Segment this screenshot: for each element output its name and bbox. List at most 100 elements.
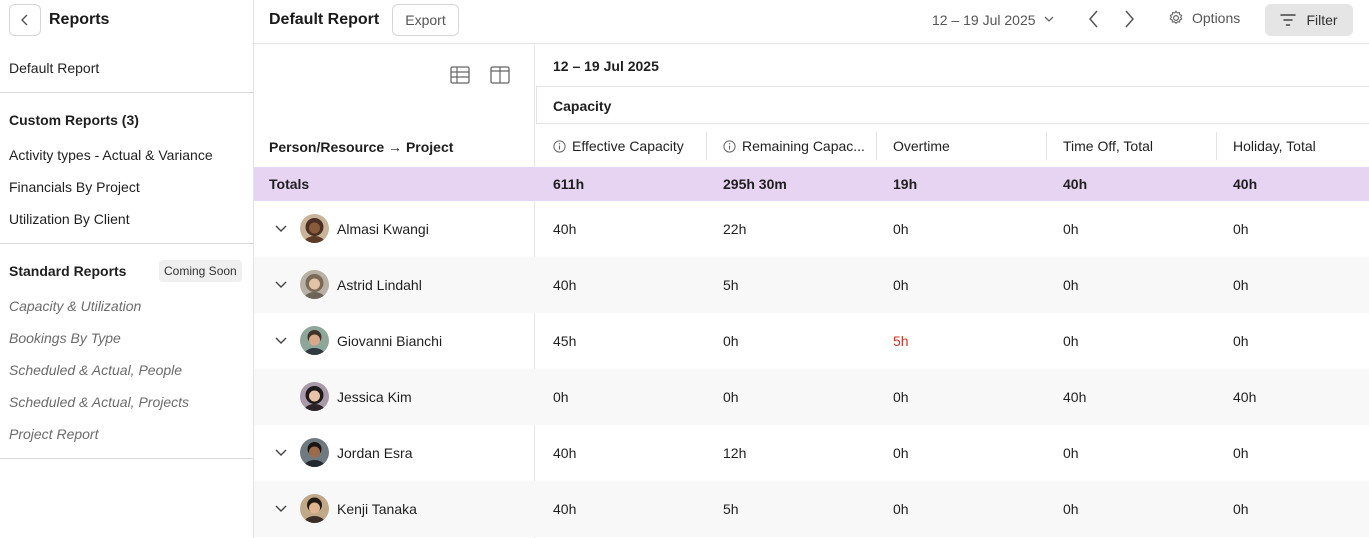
options-button[interactable]: Options (1168, 10, 1240, 26)
next-period-icon[interactable] (1122, 9, 1136, 29)
table-cell: 0h (893, 501, 909, 517)
sidebar-item-default-report[interactable]: Default Report (9, 60, 99, 76)
table-cell: 0h (893, 445, 909, 461)
avatar (300, 382, 329, 411)
divider (706, 132, 707, 160)
split-view-icon[interactable] (490, 66, 510, 84)
table-cell: 5h (723, 501, 739, 517)
column-label: Time Off, Total (1063, 138, 1153, 154)
chevron-down-icon[interactable] (274, 279, 288, 291)
table-view-icon[interactable] (450, 66, 470, 84)
totals-cell: 611h (553, 176, 585, 192)
table-cell: 0h (1063, 501, 1079, 517)
filter-icon (1280, 14, 1297, 26)
chevron-down-icon[interactable] (1044, 13, 1054, 25)
avatar (300, 494, 329, 523)
sidebar-item-utilization-by-client[interactable]: Utilization By Client (9, 211, 130, 227)
chevron-down-icon[interactable] (274, 447, 288, 459)
table-cell: 40h (553, 221, 577, 237)
table-cell: 0h (723, 389, 739, 405)
totals-row (254, 167, 1369, 201)
column-header-remaining-capacity[interactable]: Remaining Capac... (723, 138, 865, 154)
toolbar: Default Report Export 12 – 19 Jul 2025 O… (254, 0, 1369, 44)
column-header-overtime[interactable]: Overtime (893, 138, 950, 154)
divider (0, 243, 253, 244)
column-header-holiday[interactable]: Holiday, Total (1233, 138, 1316, 154)
chevron-down-icon[interactable] (274, 503, 288, 515)
table-cell: 0h (553, 389, 569, 405)
table-cell: 40h (553, 277, 577, 293)
column-label: Remaining Capac... (742, 138, 865, 154)
avatar (300, 214, 329, 243)
table-cell: 40h (1233, 389, 1257, 405)
column-header-time-off[interactable]: Time Off, Total (1063, 138, 1153, 154)
table-cell: 0h (893, 389, 909, 405)
divider (876, 132, 877, 160)
person-name[interactable]: Almasi Kwangi (337, 221, 429, 237)
table-cell: 22h (723, 221, 747, 237)
person-name[interactable]: Astrid Lindahl (337, 277, 422, 293)
person-name[interactable]: Jordan Esra (337, 445, 412, 461)
table-cell: 5h (723, 277, 739, 293)
chevron-left-icon (21, 14, 28, 26)
sidebar-item-project-report: Project Report (9, 426, 99, 442)
table-row[interactable] (254, 369, 1369, 425)
avatar (300, 326, 329, 355)
table-cell: 40h (553, 501, 577, 517)
sidebar-item-scheduled-actual-people: Scheduled & Actual, People (9, 362, 183, 378)
table-cell-overtime-alert: 5h (893, 333, 909, 349)
avatar (300, 270, 329, 299)
sidebar-item-financials-by-project[interactable]: Financials By Project (9, 179, 140, 195)
person-name[interactable]: Kenji Tanaka (337, 501, 417, 517)
sidebar-item-scheduled-actual-projects: Scheduled & Actual, Projects (9, 394, 190, 410)
info-icon[interactable] (553, 139, 566, 153)
table-cell: 0h (1063, 221, 1079, 237)
table-cell: 0h (723, 333, 739, 349)
sidebar-title: Reports (49, 11, 110, 28)
avatar (300, 438, 329, 467)
date-range-selector[interactable]: 12 – 19 Jul 2025 (932, 12, 1036, 28)
chevron-down-icon[interactable] (274, 335, 288, 347)
options-label: Options (1192, 10, 1241, 26)
table-cell: 40h (553, 445, 577, 461)
page-title: Default Report (269, 11, 380, 28)
chevron-down-icon[interactable] (274, 223, 288, 235)
divider (536, 87, 537, 123)
back-button[interactable] (9, 4, 41, 36)
info-icon[interactable] (723, 139, 736, 153)
coming-soon-badge: Coming Soon (159, 260, 242, 282)
column-label: Holiday, Total (1233, 138, 1316, 154)
table-cell: 0h (1233, 445, 1249, 461)
table-cell: 40h (1063, 389, 1087, 405)
table-cell: 0h (1233, 501, 1249, 517)
export-button[interactable]: Export (392, 4, 459, 36)
table-row[interactable] (254, 425, 1369, 481)
table-cell: 0h (1233, 333, 1249, 349)
sidebar-item-activity-types[interactable]: Activity types - Actual & Variance (9, 147, 213, 163)
table-cell: 45h (553, 333, 577, 349)
person-name[interactable]: Jessica Kim (337, 389, 412, 405)
filter-label: Filter (1306, 12, 1338, 28)
table-row[interactable] (254, 481, 1369, 537)
column-header-effective-capacity[interactable]: Effective Capacity (553, 138, 684, 154)
divider (1216, 132, 1217, 160)
divider (536, 86, 1369, 87)
previous-period-icon[interactable] (1087, 9, 1101, 29)
table-cell: 0h (1063, 277, 1079, 293)
totals-label: Totals (269, 176, 310, 192)
totals-cell: 19h (893, 176, 918, 192)
divider (536, 123, 1369, 124)
column-label: Effective Capacity (572, 138, 684, 154)
filter-button[interactable]: Filter (1265, 4, 1353, 36)
custom-reports-heading: Custom Reports (3) (9, 112, 139, 128)
person-name[interactable]: Giovanni Bianchi (337, 333, 442, 349)
gear-icon (1169, 10, 1183, 24)
column-header-person[interactable]: Person/Resource → Project (269, 139, 453, 155)
sidebar-item-bookings-by-type: Bookings By Type (9, 330, 121, 346)
divider (0, 458, 253, 459)
capacity-group-header: Capacity (553, 98, 612, 114)
table-cell: 0h (893, 277, 909, 293)
table-cell: 0h (893, 221, 909, 237)
column-label: Overtime (893, 138, 950, 154)
sidebar-item-capacity-utilization: Capacity & Utilization (9, 298, 142, 314)
